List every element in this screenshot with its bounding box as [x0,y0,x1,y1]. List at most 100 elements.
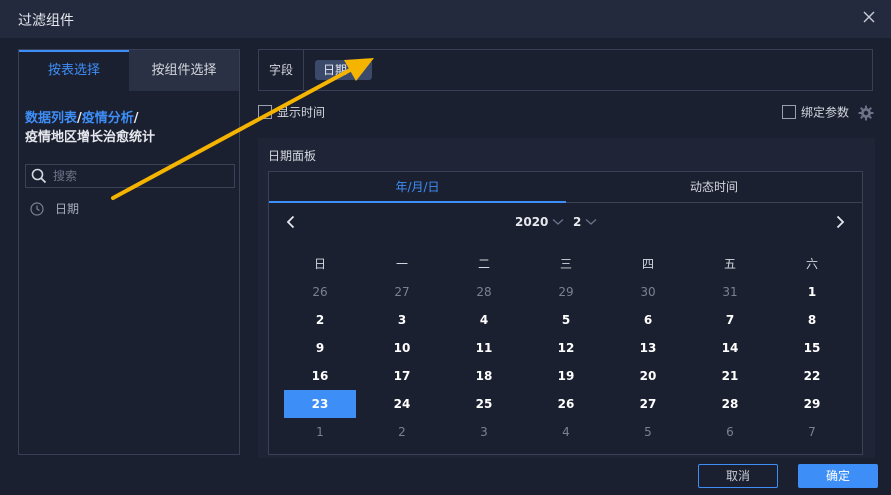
breadcrumb: 数据列表/疫情分析/疫情地区增长治愈统计 [25,109,235,147]
tab-by-table[interactable]: 按表选择 [19,50,129,91]
breadcrumb-separator: / [133,111,139,126]
calendar-day[interactable]: 26 [530,390,602,418]
chevron-left-icon [286,215,295,229]
calendar-day-other-month[interactable]: 30 [612,278,684,306]
show-time-checkbox[interactable] [258,104,272,119]
tab-dynamic-time[interactable]: 动态时间 [566,172,862,203]
show-time-label: 显示时间 [277,105,326,120]
calendar-day-selected[interactable]: 23 [284,390,356,418]
weekday-label: 三 [559,257,572,271]
calendar-day[interactable]: 17 [366,362,438,390]
calendar-day-other-month[interactable]: 5 [612,418,684,446]
date-mode-tabs: 年/月/日 动态时间 [269,172,862,203]
weekday-label: 一 [395,257,408,271]
calendar-day[interactable]: 22 [776,362,848,390]
field-item-label: 日期 [55,202,80,216]
search-input[interactable] [53,167,229,185]
field-label: 字段 [259,50,304,90]
calendar-day[interactable]: 7 [694,306,766,334]
prev-month-button[interactable] [283,214,299,230]
calendar-day[interactable]: 15 [776,334,848,362]
weekday-label: 日 [313,257,326,271]
calendar-day[interactable]: 19 [530,362,602,390]
search-box [25,164,235,188]
calendar-day[interactable]: 8 [776,306,848,334]
calendar-week-row: 23 24 25 26 27 28 29 [284,390,858,418]
show-time-option[interactable]: 显示时间 [258,104,325,122]
calendar-week-row: 16 17 18 19 20 21 22 [284,362,858,390]
year-select[interactable]: 2020 [515,214,564,230]
calendar-day[interactable]: 29 [776,390,848,418]
calendar-day[interactable]: 2 [284,306,356,334]
clock-icon [29,201,45,217]
tab-by-component[interactable]: 按组件选择 [129,50,239,91]
calendar-week-row: 2345678 [284,306,858,334]
calendar-day[interactable]: 24 [366,390,438,418]
calendar-day-other-month[interactable]: 29 [530,278,602,306]
calendar-day[interactable]: 3 [366,306,438,334]
cancel-button[interactable]: 取消 [698,464,778,488]
calendar-day[interactable]: 11 [448,334,520,362]
bind-param-label: 绑定参数 [801,105,850,120]
weekday-header-row: 日一二三四五六 [284,250,858,278]
calendar-day[interactable]: 28 [694,390,766,418]
weekday-label: 五 [723,257,736,271]
confirm-button[interactable]: 确定 [798,464,878,488]
next-month-button[interactable] [832,214,848,230]
chevron-down-icon [552,218,564,225]
chevron-down-icon [585,218,597,225]
calendar-day-other-month[interactable]: 7 [776,418,848,446]
bind-param-checkbox[interactable] [782,104,796,119]
date-panel-title: 日期面板 [268,149,317,163]
calendar-week-row: 26 27 28 29 30 31 1 [284,278,858,306]
filter-component-dialog: 过滤组件 按表选择 按组件选择 数据列表/疫情分析/疫情地区增长治愈统计 日期 … [0,0,891,495]
close-icon[interactable] [861,9,877,25]
calendar-week-row: 1234567 [284,418,858,446]
calendar-day-other-month[interactable]: 26 [284,278,356,306]
calendar-day[interactable]: 4 [448,306,520,334]
search-icon [31,168,47,184]
calendar-day[interactable]: 6 [612,306,684,334]
calendar-grid: 日一二三四五六 26 27 28 29 30 31 1 2 3 4 5 6 7 8 9 10 11 12 13 14 15… [284,250,858,446]
calendar-day[interactable]: 12 [530,334,602,362]
weekday-label: 六 [805,257,818,271]
weekday-label: 二 [477,257,490,271]
calendar-day-other-month[interactable]: 6 [694,418,766,446]
calendar-day[interactable]: 13 [612,334,684,362]
calendar-day[interactable]: 21 [694,362,766,390]
calendar-day-other-month[interactable]: 4 [530,418,602,446]
calendar-day[interactable]: 10 [366,334,438,362]
calendar-day-other-month[interactable]: 31 [694,278,766,306]
calendar-day[interactable]: 20 [612,362,684,390]
calendar-day[interactable]: 1 [776,278,848,306]
field-select-chip[interactable]: 日期 [315,60,373,80]
calendar-day[interactable]: 18 [448,362,520,390]
bind-param-option[interactable]: 绑定参数 [782,104,849,122]
weekday-label: 四 [641,257,654,271]
breadcrumb-epidemic-analysis[interactable]: 疫情分析 [82,111,134,126]
month-value: 2 [573,215,582,229]
calendar-day[interactable]: 27 [612,390,684,418]
calendar-day-other-month[interactable]: 28 [448,278,520,306]
calendar-day[interactable]: 9 [284,334,356,362]
calendar-day-other-month[interactable]: 2 [366,418,438,446]
source-tabs: 按表选择 按组件选择 [19,50,239,91]
calendar-day-other-month[interactable]: 3 [448,418,520,446]
tab-year-month-day[interactable]: 年/月/日 [269,172,566,203]
field-select-value: 日期 [323,63,348,77]
calendar-week-row: 9 10 11 12 13 14 15 [284,334,858,362]
gear-icon[interactable] [858,105,874,121]
calendar-day-other-month[interactable]: 27 [366,278,438,306]
month-select[interactable]: 2 [573,214,597,230]
calendar-day[interactable]: 25 [448,390,520,418]
calendar-day[interactable]: 16 [284,362,356,390]
calendar-day-other-month[interactable]: 1 [284,418,356,446]
breadcrumb-data-list[interactable]: 数据列表 [25,111,77,126]
source-select-panel: 按表选择 按组件选择 数据列表/疫情分析/疫情地区增长治愈统计 日期 [18,49,240,455]
calendar-day[interactable]: 5 [530,306,602,334]
year-value: 2020 [515,215,549,229]
dialog-title: 过滤组件 [18,13,74,29]
calendar-day[interactable]: 14 [694,334,766,362]
breadcrumb-current-table: 疫情地区增长治愈统计 [25,130,156,145]
field-row: 字段 日期 [258,49,873,91]
